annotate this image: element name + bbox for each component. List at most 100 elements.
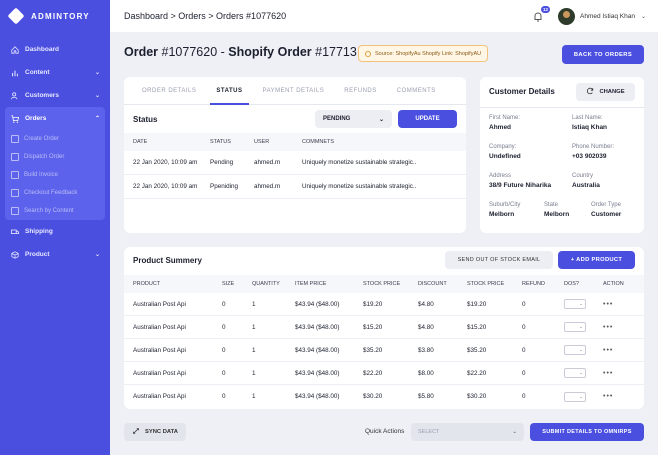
avatar[interactable] <box>558 7 576 25</box>
sidebar-subitem-search-content[interactable]: Search by Content <box>5 202 105 220</box>
more-actions-icon[interactable]: ••• <box>603 324 633 331</box>
tab-status[interactable]: STATUS <box>206 77 252 105</box>
column-header: COMMNETS <box>302 139 335 145</box>
user-name[interactable]: Ahmed Istiaq Khan <box>580 13 635 20</box>
dos-select[interactable]: ⌄ <box>564 322 586 332</box>
cell-comment: Uniquely monetize sustainable strategic.… <box>302 159 417 166</box>
sidebar-subitem-create-order[interactable]: Create Order <box>5 130 105 148</box>
truck-icon <box>10 227 20 237</box>
field-label: Address <box>489 173 512 179</box>
more-actions-icon[interactable]: ••• <box>603 370 633 377</box>
product-rows: Australian Post Api 0 1 $43.94 ($48.00) $19.… <box>124 293 644 408</box>
field-label: Order Type <box>591 202 621 208</box>
brand-name: ADMINTORY <box>31 11 90 21</box>
add-product-button[interactable]: + ADD PRODUCT <box>558 251 635 269</box>
sync-label: SYNC DATA <box>145 429 178 435</box>
chevron-up-icon: ⌃ <box>94 116 100 122</box>
cell-dos: ⌄ <box>564 299 603 309</box>
cell-date: 22 Jan 2020, 10:09 am <box>133 159 198 166</box>
column-header: STOCK PRICE <box>467 281 505 287</box>
cell-refund: 0 <box>522 300 526 308</box>
column-header: SIZE <box>222 281 235 287</box>
cell-stock-price: $30.20 <box>363 393 383 400</box>
field-value: Melborn <box>544 211 570 218</box>
field-state: State Melborn <box>544 202 569 218</box>
change-label: CHANGE <box>599 89 625 95</box>
table-header: DATE STATUS USER COMMNETS <box>124 133 466 151</box>
sidebar: ADMINTORY Dashboard Content ⌄ Customers … <box>0 0 110 455</box>
cell-item-price: $43.94 ($48.00) <box>295 300 340 308</box>
status-selected-value: PENDING <box>323 116 351 122</box>
more-actions-icon[interactable]: ••• <box>603 301 633 308</box>
cell-item-price: $43.94 ($48.00) <box>295 393 340 400</box>
change-customer-button[interactable]: CHANGE <box>576 83 635 101</box>
status-history-table: DATE STATUS USER COMMNETS 22 Jan 2020, 1… <box>124 133 466 199</box>
dos-select[interactable]: ⌄ <box>564 368 586 378</box>
source-text: Source: ShopifyAu Shopify Link: ShopifyA… <box>375 50 482 57</box>
source-badge: Source: ShopifyAu Shopify Link: ShopifyA… <box>358 45 489 62</box>
tab-comments[interactable]: COMMENTS <box>387 77 446 104</box>
more-actions-icon[interactable]: ••• <box>603 393 633 400</box>
chevron-down-icon: ⌄ <box>378 116 384 123</box>
back-to-orders-button[interactable]: BACK TO ORDERS <box>562 45 644 64</box>
document-icon <box>11 171 19 179</box>
sidebar-item-product[interactable]: Product ⌄ <box>0 243 110 266</box>
product-table: PRODUCT SIZE QUANTITY ITEM PRICE STOCK P… <box>124 275 644 408</box>
sidebar-item-label: Shipping <box>25 228 53 235</box>
product-summary-title: Product Summery <box>133 256 202 265</box>
dos-select[interactable]: ⌄ <box>564 299 586 309</box>
quick-actions-placeholder: SELECT <box>418 429 440 435</box>
submit-details-button[interactable]: SUBMIT DETAILS TO OMNIRPS <box>530 423 644 441</box>
field-label: Phone Number: <box>572 144 615 150</box>
column-header: PRODUCT <box>133 281 161 287</box>
brand[interactable]: ADMINTORY <box>0 0 110 32</box>
product-summary-card: Product Summery SEND OUT OF STOCK EMAIL … <box>124 247 644 409</box>
chevron-down-icon[interactable]: ⌄ <box>641 13 646 20</box>
tab-refunds[interactable]: REFUNDS <box>334 77 387 104</box>
notification-bell-icon[interactable]: 12 <box>532 6 551 22</box>
field-last-name: Last Name: Istiaq Khan <box>572 115 607 131</box>
sync-data-button[interactable]: SYNC DATA <box>124 423 186 441</box>
sidebar-item-label: Customers <box>25 92 59 99</box>
column-header: DATE <box>133 139 148 145</box>
field-country: Country Australia <box>572 173 600 189</box>
cell-size: 0 <box>222 369 226 377</box>
send-out-of-stock-email-button[interactable]: SEND OUT OF STOCK EMAIL <box>445 251 553 269</box>
sidebar-item-customers[interactable]: Customers ⌄ <box>0 84 110 107</box>
cell-quantity: 1 <box>252 369 256 377</box>
field-label: Company: <box>489 144 517 150</box>
order-prefix: Order <box>124 45 159 59</box>
dos-select[interactable]: ⌄ <box>564 391 586 402</box>
cell-comment: Uniquely monetize sustainable strategic.… <box>302 183 417 190</box>
sidebar-subitem-checkout-feedback[interactable]: Checkout Feedback <box>5 184 105 202</box>
users-icon <box>10 91 20 101</box>
field-label: First Name: <box>489 115 521 121</box>
sidebar-subitem-build-invoice[interactable]: Build Invoice <box>5 166 105 184</box>
box-icon <box>10 250 20 260</box>
cell-quantity: 1 <box>252 393 256 400</box>
cell-item-price: $43.94 ($48.00) <box>295 346 340 354</box>
tab-payment-details[interactable]: PAYMENT DETAILS <box>253 77 335 104</box>
field-value: Australia <box>572 182 600 189</box>
sidebar-item-dashboard[interactable]: Dashboard <box>0 38 110 61</box>
sidebar-item-label: Dashboard <box>25 46 59 53</box>
document-icon <box>11 189 19 197</box>
sidebar-item-orders[interactable]: Orders ⌃ <box>5 107 105 130</box>
dos-select[interactable]: ⌄ <box>564 345 586 355</box>
update-button[interactable]: UPDATE <box>398 110 457 128</box>
quick-actions-select[interactable]: SELECT ⌄ <box>411 423 524 441</box>
field-label: Last Name: <box>572 115 603 121</box>
customer-details-card: Customer Details CHANGE First Name: Ahmed… <box>480 77 644 233</box>
field-value: Melborn <box>489 211 515 218</box>
sidebar-subitem-dispatch-order[interactable]: Dispatch Order <box>5 148 105 166</box>
chevron-down-icon: ⌄ <box>94 70 100 76</box>
table-row: Australian Post Api 0 1 $43.94 ($48.00) $19.… <box>124 293 644 316</box>
breadcrumb: Dashboard > Orders > Orders #1077620 <box>124 11 287 21</box>
status-select[interactable]: PENDING ⌄ <box>315 110 392 128</box>
sidebar-item-content[interactable]: Content ⌄ <box>0 61 110 84</box>
cell-stock-price: $22.20 <box>363 369 383 377</box>
cell-refund: 0 <box>522 369 526 377</box>
tab-order-details[interactable]: ORDER DETAILS <box>132 77 206 104</box>
sidebar-item-shipping[interactable]: Shipping <box>0 220 110 243</box>
more-actions-icon[interactable]: ••• <box>603 347 633 354</box>
